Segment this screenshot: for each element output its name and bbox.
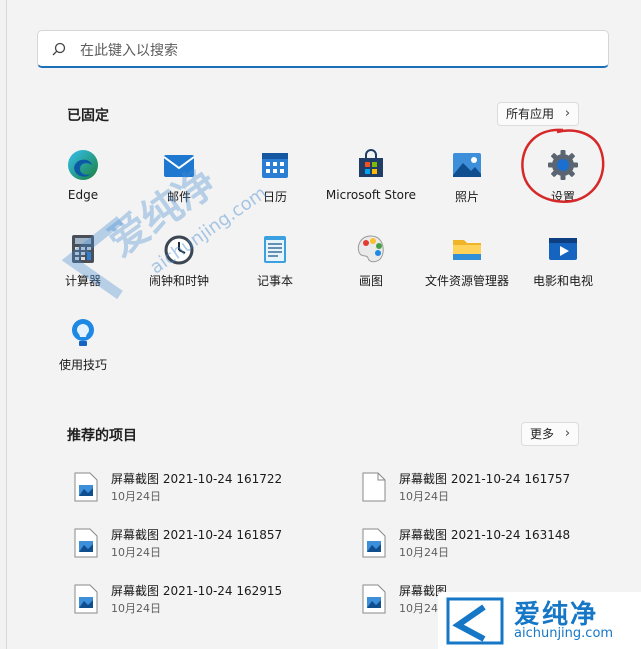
clock-icon <box>164 235 194 265</box>
app-label: 邮件 <box>166 190 191 204</box>
all-apps-label: 所有应用 <box>506 107 555 121</box>
image-file-icon <box>74 528 98 558</box>
app-label: 电影和电视 <box>532 274 593 288</box>
search-icon <box>52 42 66 56</box>
more-button[interactable]: 更多 › <box>521 422 580 446</box>
image-file-icon <box>74 472 98 502</box>
app-label: 计算器 <box>64 274 101 288</box>
pinned-app-edge[interactable]: Edge <box>35 148 131 202</box>
chevron-right-icon: › <box>564 426 571 441</box>
recommended-item-date: 10月24日 <box>111 546 161 559</box>
app-label: Microsoft Store <box>325 188 417 202</box>
recommended-item-name: 屏幕截图 2021-10-24 161757 <box>399 472 571 486</box>
paint-icon <box>357 235 384 263</box>
image-file-icon <box>74 584 98 614</box>
photos-icon <box>453 153 481 177</box>
recommended-item[interactable]: 屏幕截图 2021-10-24 163148 10月24日 <box>361 526 611 566</box>
brand-logo-icon <box>446 597 504 645</box>
settings-icon <box>548 150 578 180</box>
pinned-app-file-explorer[interactable]: 文件资源管理器 <box>419 232 515 289</box>
app-label: 日历 <box>262 190 287 204</box>
corner-logo: 爱纯净 aichunjing.com <box>438 592 641 649</box>
pinned-app-settings[interactable]: 设置 <box>515 148 611 205</box>
chevron-right-icon: › <box>564 106 571 121</box>
pinned-app-tips[interactable]: 使用技巧 <box>35 316 131 373</box>
calculator-icon <box>72 235 94 263</box>
pinned-app-photos[interactable]: 照片 <box>419 148 515 205</box>
pinned-title: 已固定 <box>67 108 109 124</box>
start-menu-panel: 在此键入以搜索 已固定 所有应用 › Edge 邮件 日历 Microsoft … <box>6 0 641 649</box>
recommended-item[interactable]: 屏幕截图 2021-10-24 161757 10月24日 <box>361 470 611 510</box>
more-label: 更多 <box>530 427 555 441</box>
blank-file-icon <box>362 472 386 502</box>
pinned-app-calendar[interactable]: 日历 <box>227 148 323 205</box>
store-icon <box>359 149 383 177</box>
recommended-item-name: 屏幕截图 2021-10-24 161722 <box>111 472 283 486</box>
recommended-item-date: 10月24日 <box>399 490 449 503</box>
app-label: 画图 <box>358 274 383 288</box>
pinned-app-mail[interactable]: 邮件 <box>131 148 227 205</box>
search-input[interactable]: 在此键入以搜索 <box>37 30 609 68</box>
recommended-item[interactable]: 屏幕截图 2021-10-24 161857 10月24日 <box>73 526 323 566</box>
logo-brand-url: aichunjing.com <box>514 626 614 641</box>
pinned-app-calculator[interactable]: 计算器 <box>35 232 131 289</box>
pinned-app-clock[interactable]: 闹钟和时钟 <box>131 232 227 289</box>
tips-icon <box>72 319 94 346</box>
app-label: 闹钟和时钟 <box>148 274 209 288</box>
recommended-item-date: 10月24日 <box>399 546 449 559</box>
notepad-icon <box>264 236 286 263</box>
image-file-icon <box>362 584 386 614</box>
app-label: 设置 <box>550 190 575 204</box>
movies-icon <box>549 238 577 260</box>
all-apps-button[interactable]: 所有应用 › <box>497 102 580 126</box>
pinned-app-notepad[interactable]: 记事本 <box>227 232 323 289</box>
recommended-item-date: 10月24日 <box>111 602 161 615</box>
mail-icon <box>163 155 195 177</box>
pinned-app-movies[interactable]: 电影和电视 <box>515 232 611 289</box>
image-file-icon <box>362 528 386 558</box>
recommended-item-date: 10月24日 <box>111 490 161 503</box>
search-placeholder: 在此键入以搜索 <box>80 43 178 59</box>
folder-icon <box>453 240 481 260</box>
recommended-item-name: 屏幕截图 2021-10-24 161857 <box>111 528 283 542</box>
edge-icon <box>68 150 98 180</box>
recommended-item[interactable]: 屏幕截图 2021-10-24 162915 10月24日 <box>73 582 323 622</box>
recommended-title: 推荐的项目 <box>67 428 137 444</box>
recommended-item-name: 屏幕截图 2021-10-24 162915 <box>111 584 283 598</box>
app-label: Edge <box>67 188 99 202</box>
calendar-icon <box>262 153 288 178</box>
app-label: 文件资源管理器 <box>424 274 509 288</box>
pinned-app-store[interactable]: Microsoft Store <box>323 148 419 202</box>
pinned-app-paint[interactable]: 画图 <box>323 232 419 289</box>
app-label: 记事本 <box>256 274 293 288</box>
app-label: 照片 <box>454 190 479 204</box>
recommended-item[interactable]: 屏幕截图 2021-10-24 161722 10月24日 <box>73 470 323 510</box>
app-label: 使用技巧 <box>58 358 107 372</box>
recommended-item-name: 屏幕截图 2021-10-24 163148 <box>399 528 571 542</box>
